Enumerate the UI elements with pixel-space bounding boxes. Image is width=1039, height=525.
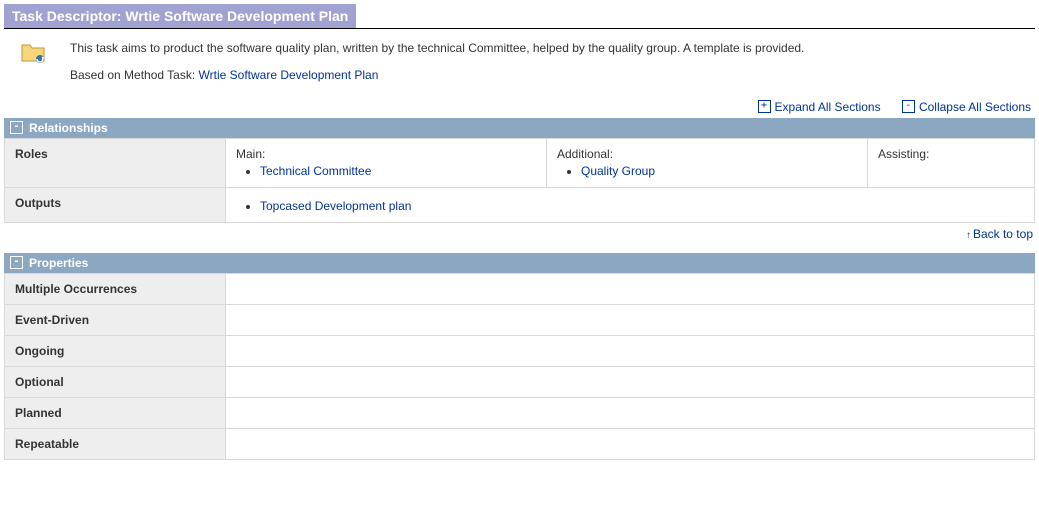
prop-optional: Optional bbox=[5, 366, 226, 397]
assisting-label: Assisting: bbox=[878, 147, 1024, 161]
outputs-label: Outputs bbox=[5, 187, 226, 222]
page-title: Task Descriptor: Wrtie Software Developm… bbox=[4, 4, 356, 28]
additional-label: Additional: bbox=[557, 147, 857, 161]
table-row: Planned bbox=[5, 397, 1035, 428]
table-row: Event-Driven bbox=[5, 304, 1035, 335]
collapse-icon: - bbox=[902, 100, 915, 113]
prop-event-driven: Event-Driven bbox=[5, 304, 226, 335]
expand-all-button[interactable]: + Expand All Sections bbox=[758, 100, 881, 114]
roles-label: Roles bbox=[5, 138, 226, 187]
arrow-up-icon: ↑ bbox=[966, 230, 971, 241]
prop-planned: Planned bbox=[5, 397, 226, 428]
based-on-link[interactable]: Wrtie Software Development Plan bbox=[199, 68, 379, 82]
summary-description: This task aims to product the software q… bbox=[70, 39, 1029, 58]
collapse-all-button[interactable]: - Collapse All Sections bbox=[902, 100, 1031, 114]
table-row: Repeatable bbox=[5, 428, 1035, 459]
table-row: Roles Main: Technical Committee Addition… bbox=[5, 138, 1035, 187]
prop-ongoing: Ongoing bbox=[5, 335, 226, 366]
table-row: Multiple Occurrences bbox=[5, 273, 1035, 304]
prop-multiple-occurrences: Multiple Occurrences bbox=[5, 273, 226, 304]
expand-icon: + bbox=[758, 100, 771, 113]
task-descriptor-icon bbox=[10, 39, 70, 68]
properties-header[interactable]: - Properties bbox=[4, 253, 1035, 273]
quality-group-link[interactable]: Quality Group bbox=[581, 164, 655, 178]
summary-block: This task aims to product the software q… bbox=[4, 39, 1035, 95]
table-row: Outputs Topcased Development plan bbox=[5, 187, 1035, 222]
table-row: Ongoing bbox=[5, 335, 1035, 366]
table-row: Optional bbox=[5, 366, 1035, 397]
main-label: Main: bbox=[236, 147, 536, 161]
minus-icon: - bbox=[10, 256, 23, 269]
technical-committee-link[interactable]: Technical Committee bbox=[260, 164, 371, 178]
relationships-header[interactable]: - Relationships bbox=[4, 118, 1035, 138]
based-on-label: Based on Method Task: bbox=[70, 68, 199, 82]
prop-repeatable: Repeatable bbox=[5, 428, 226, 459]
relationships-table: Roles Main: Technical Committee Addition… bbox=[4, 138, 1035, 223]
topcased-plan-link[interactable]: Topcased Development plan bbox=[260, 199, 411, 213]
properties-table: Multiple Occurrences Event-Driven Ongoin… bbox=[4, 273, 1035, 460]
minus-icon: - bbox=[10, 121, 23, 134]
back-to-top-link[interactable]: ↑Back to top bbox=[966, 227, 1033, 241]
